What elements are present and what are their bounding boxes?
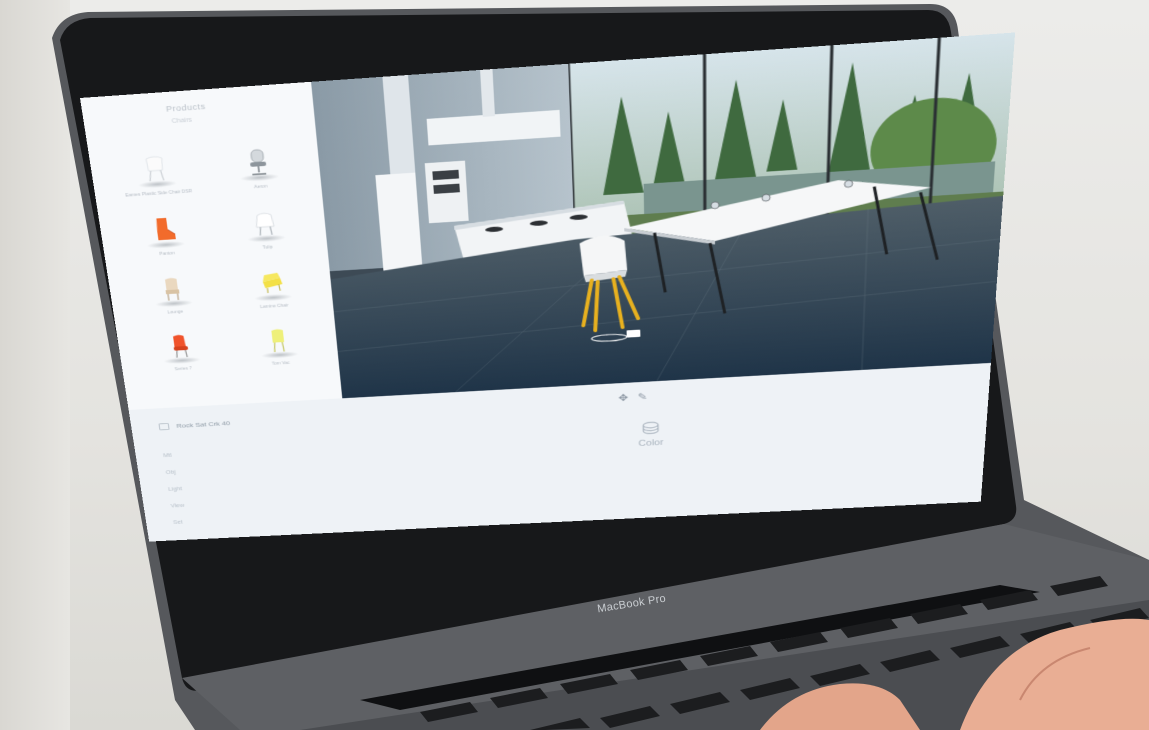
keyboard [360,576,1149,730]
